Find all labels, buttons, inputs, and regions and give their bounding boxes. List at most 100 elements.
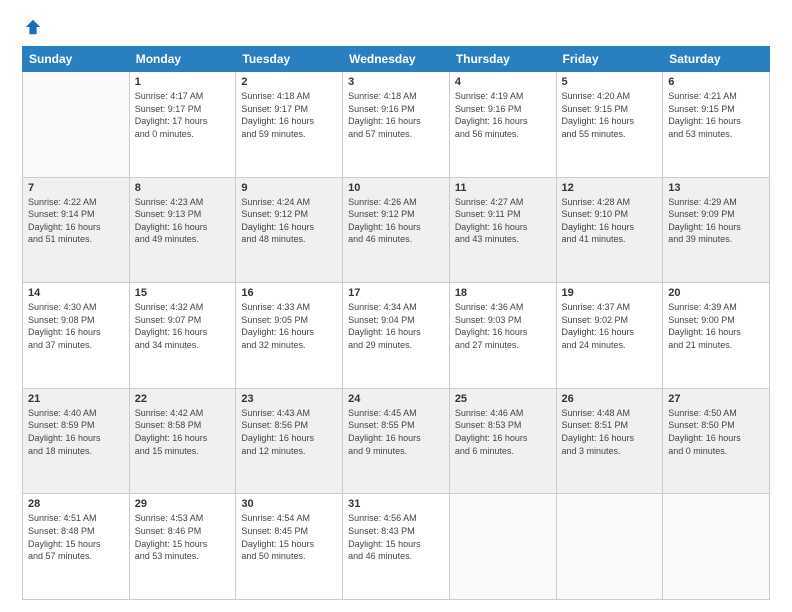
calendar-day-cell: [556, 494, 663, 600]
day-info: Sunrise: 4:54 AMSunset: 8:45 PMDaylight:…: [241, 512, 337, 562]
column-header-friday: Friday: [556, 47, 663, 72]
day-number: 16: [241, 287, 337, 299]
day-number: 8: [135, 182, 231, 194]
day-info: Sunrise: 4:45 AMSunset: 8:55 PMDaylight:…: [348, 407, 444, 457]
day-number: 14: [28, 287, 124, 299]
day-info: Sunrise: 4:36 AMSunset: 9:03 PMDaylight:…: [455, 301, 551, 351]
day-number: 28: [28, 498, 124, 510]
day-number: 20: [668, 287, 764, 299]
calendar-day-cell: 14 Sunrise: 4:30 AMSunset: 9:08 PMDayligh…: [23, 283, 130, 389]
day-info: Sunrise: 4:56 AMSunset: 8:43 PMDaylight:…: [348, 512, 444, 562]
day-number: 21: [28, 393, 124, 405]
day-info: Sunrise: 4:17 AMSunset: 9:17 PMDaylight:…: [135, 90, 231, 140]
calendar-day-cell: 31 Sunrise: 4:56 AMSunset: 8:43 PMDayligh…: [343, 494, 450, 600]
day-number: 26: [562, 393, 658, 405]
day-number: 9: [241, 182, 337, 194]
calendar-week-row: 7 Sunrise: 4:22 AMSunset: 9:14 PMDaylight…: [23, 177, 770, 283]
calendar-day-cell: 17 Sunrise: 4:34 AMSunset: 9:04 PMDayligh…: [343, 283, 450, 389]
calendar-day-cell: 5Sunrise: 4:20 AMSunset: 9:15 PMDaylight…: [556, 72, 663, 178]
day-number: 18: [455, 287, 551, 299]
calendar-day-cell: 22Sunrise: 4:42 AMSunset: 8:58 PMDayligh…: [129, 388, 236, 494]
day-number: 30: [241, 498, 337, 510]
logo-icon: [24, 18, 42, 36]
day-number: 4: [455, 76, 551, 88]
calendar-day-cell: 28Sunrise: 4:51 AMSunset: 8:48 PMDayligh…: [23, 494, 130, 600]
calendar-day-cell: 25Sunrise: 4:46 AMSunset: 8:53 PMDayligh…: [449, 388, 556, 494]
day-number: 27: [668, 393, 764, 405]
day-info: Sunrise: 4:40 AMSunset: 8:59 PMDaylight:…: [28, 407, 124, 457]
calendar-day-cell: 18 Sunrise: 4:36 AMSunset: 9:03 PMDayligh…: [449, 283, 556, 389]
day-number: 5: [562, 76, 658, 88]
day-info: Sunrise: 4:23 AMSunset: 9:13 PMDaylight:…: [135, 196, 231, 246]
calendar-day-cell: 9 Sunrise: 4:24 AMSunset: 9:12 PMDaylight…: [236, 177, 343, 283]
day-info: Sunrise: 4:21 AMSunset: 9:15 PMDaylight:…: [668, 90, 764, 140]
day-info: Sunrise: 4:32 AMSunset: 9:07 PMDaylight:…: [135, 301, 231, 351]
day-number: 13: [668, 182, 764, 194]
day-number: 24: [348, 393, 444, 405]
day-number: 11: [455, 182, 551, 194]
day-info: Sunrise: 4:26 AMSunset: 9:12 PMDaylight:…: [348, 196, 444, 246]
day-info: Sunrise: 4:27 AMSunset: 9:11 PMDaylight:…: [455, 196, 551, 246]
day-info: Sunrise: 4:18 AMSunset: 9:17 PMDaylight:…: [241, 90, 337, 140]
day-number: 12: [562, 182, 658, 194]
calendar-day-cell: 11 Sunrise: 4:27 AMSunset: 9:11 PMDayligh…: [449, 177, 556, 283]
day-number: 25: [455, 393, 551, 405]
column-header-saturday: Saturday: [663, 47, 770, 72]
day-number: 3: [348, 76, 444, 88]
calendar-day-cell: [449, 494, 556, 600]
calendar-day-cell: 3 Sunrise: 4:18 AMSunset: 9:16 PMDaylight…: [343, 72, 450, 178]
calendar-day-cell: 24 Sunrise: 4:45 AMSunset: 8:55 PMDayligh…: [343, 388, 450, 494]
day-number: 2: [241, 76, 337, 88]
day-number: 7: [28, 182, 124, 194]
day-number: 17: [348, 287, 444, 299]
day-info: Sunrise: 4:24 AMSunset: 9:12 PMDaylight:…: [241, 196, 337, 246]
column-header-sunday: Sunday: [23, 47, 130, 72]
day-info: Sunrise: 4:39 AMSunset: 9:00 PMDaylight:…: [668, 301, 764, 351]
page: SundayMondayTuesdayWednesdayThursdayFrid…: [0, 0, 792, 612]
calendar-day-cell: 15 Sunrise: 4:32 AMSunset: 9:07 PMDayligh…: [129, 283, 236, 389]
day-info: Sunrise: 4:19 AMSunset: 9:16 PMDaylight:…: [455, 90, 551, 140]
day-info: Sunrise: 4:53 AMSunset: 8:46 PMDaylight:…: [135, 512, 231, 562]
day-info: Sunrise: 4:30 AMSunset: 9:08 PMDaylight:…: [28, 301, 124, 351]
calendar-day-cell: 29 Sunrise: 4:53 AMSunset: 8:46 PMDayligh…: [129, 494, 236, 600]
day-info: Sunrise: 4:28 AMSunset: 9:10 PMDaylight:…: [562, 196, 658, 246]
calendar-day-cell: 13 Sunrise: 4:29 AMSunset: 9:09 PMDayligh…: [663, 177, 770, 283]
day-info: Sunrise: 4:42 AMSunset: 8:58 PMDaylight:…: [135, 407, 231, 457]
calendar-day-cell: 4 Sunrise: 4:19 AMSunset: 9:16 PMDaylight…: [449, 72, 556, 178]
day-number: 1: [135, 76, 231, 88]
day-info: Sunrise: 4:48 AMSunset: 8:51 PMDaylight:…: [562, 407, 658, 457]
column-header-thursday: Thursday: [449, 47, 556, 72]
calendar-day-cell: 7 Sunrise: 4:22 AMSunset: 9:14 PMDaylight…: [23, 177, 130, 283]
calendar-week-row: 28Sunrise: 4:51 AMSunset: 8:48 PMDayligh…: [23, 494, 770, 600]
calendar-day-cell: 8 Sunrise: 4:23 AMSunset: 9:13 PMDaylight…: [129, 177, 236, 283]
day-info: Sunrise: 4:22 AMSunset: 9:14 PMDaylight:…: [28, 196, 124, 246]
day-number: 31: [348, 498, 444, 510]
day-info: Sunrise: 4:50 AMSunset: 8:50 PMDaylight:…: [668, 407, 764, 457]
calendar-header-row: SundayMondayTuesdayWednesdayThursdayFrid…: [23, 47, 770, 72]
day-number: 15: [135, 287, 231, 299]
calendar-day-cell: 26 Sunrise: 4:48 AMSunset: 8:51 PMDayligh…: [556, 388, 663, 494]
day-info: Sunrise: 4:43 AMSunset: 8:56 PMDaylight:…: [241, 407, 337, 457]
calendar-day-cell: 2 Sunrise: 4:18 AMSunset: 9:17 PMDaylight…: [236, 72, 343, 178]
day-info: Sunrise: 4:34 AMSunset: 9:04 PMDaylight:…: [348, 301, 444, 351]
day-info: Sunrise: 4:37 AMSunset: 9:02 PMDaylight:…: [562, 301, 658, 351]
calendar-table: SundayMondayTuesdayWednesdayThursdayFrid…: [22, 46, 770, 600]
day-info: Sunrise: 4:33 AMSunset: 9:05 PMDaylight:…: [241, 301, 337, 351]
day-number: 29: [135, 498, 231, 510]
calendar-day-cell: 30 Sunrise: 4:54 AMSunset: 8:45 PMDayligh…: [236, 494, 343, 600]
calendar-day-cell: [23, 72, 130, 178]
calendar-day-cell: 10Sunrise: 4:26 AMSunset: 9:12 PMDayligh…: [343, 177, 450, 283]
calendar-day-cell: 1 Sunrise: 4:17 AMSunset: 9:17 PMDaylight…: [129, 72, 236, 178]
day-info: Sunrise: 4:18 AMSunset: 9:16 PMDaylight:…: [348, 90, 444, 140]
calendar-day-cell: 20 Sunrise: 4:39 AMSunset: 9:00 PMDayligh…: [663, 283, 770, 389]
day-number: 19: [562, 287, 658, 299]
column-header-monday: Monday: [129, 47, 236, 72]
calendar-day-cell: 16 Sunrise: 4:33 AMSunset: 9:05 PMDayligh…: [236, 283, 343, 389]
calendar-day-cell: 12 Sunrise: 4:28 AMSunset: 9:10 PMDayligh…: [556, 177, 663, 283]
day-info: Sunrise: 4:29 AMSunset: 9:09 PMDaylight:…: [668, 196, 764, 246]
calendar-day-cell: 6Sunrise: 4:21 AMSunset: 9:15 PMDaylight…: [663, 72, 770, 178]
column-header-tuesday: Tuesday: [236, 47, 343, 72]
calendar-day-cell: [663, 494, 770, 600]
calendar-week-row: 21 Sunrise: 4:40 AMSunset: 8:59 PMDayligh…: [23, 388, 770, 494]
logo: [22, 18, 42, 36]
